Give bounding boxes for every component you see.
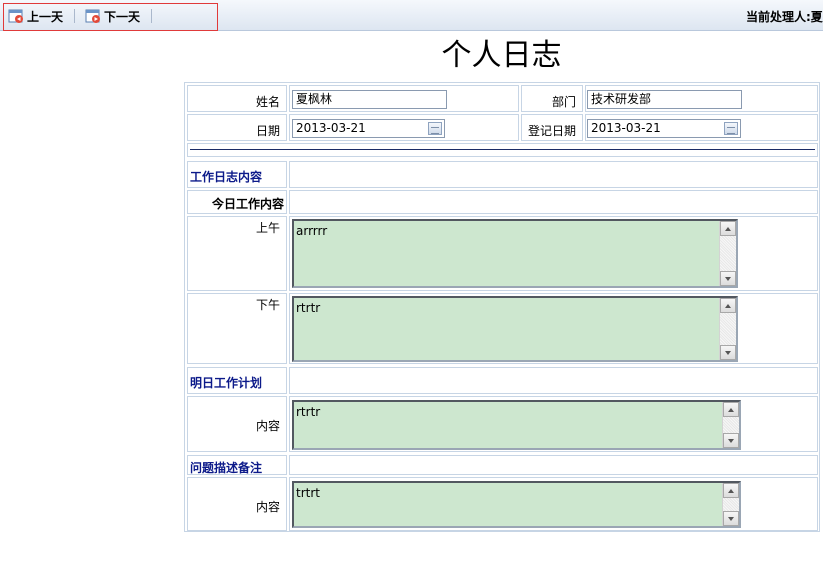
name-label: 姓名 bbox=[255, 95, 280, 109]
calendar-prev-icon bbox=[8, 8, 24, 24]
morning-value-cell: arrrrr bbox=[289, 216, 818, 291]
tomorrow-content-value-cell: rtrtr bbox=[289, 396, 818, 452]
issues-scrollbar[interactable] bbox=[722, 483, 739, 526]
today-work-label: 今日工作内容 bbox=[211, 197, 284, 211]
afternoon-label-cell: 下午 bbox=[187, 293, 287, 364]
scroll-up-arrow-icon[interactable] bbox=[723, 402, 739, 417]
calendar-next-icon bbox=[85, 8, 101, 24]
next-day-button[interactable]: 下一天 bbox=[85, 6, 140, 26]
reg-date-label-cell: 登记日期 bbox=[521, 114, 583, 141]
date-label-cell: 日期 bbox=[187, 114, 287, 141]
afternoon-scrollbar[interactable] bbox=[719, 298, 736, 360]
issues-content-value-cell: trtrt bbox=[289, 477, 818, 531]
date-input[interactable]: 2013-03-21 bbox=[292, 119, 445, 138]
issues-textarea[interactable]: trtrt bbox=[292, 481, 741, 528]
divider-cell bbox=[187, 143, 818, 157]
prev-day-label: 上一天 bbox=[27, 9, 64, 24]
name-label-cell: 姓名 bbox=[187, 85, 287, 112]
dept-input[interactable]: 技术研发部 bbox=[587, 90, 742, 109]
tomorrow-content-label-cell: 内容 bbox=[187, 396, 287, 452]
reg-date-value: 2013-03-21 bbox=[591, 121, 661, 135]
morning-text: arrrrr bbox=[296, 224, 328, 238]
afternoon-textarea[interactable]: rtrtr bbox=[292, 296, 738, 362]
toolbar: 上一天 下一天 当前处理人:夏 bbox=[0, 0, 823, 31]
afternoon-label: 下午 bbox=[255, 298, 280, 312]
scroll-up-arrow-icon[interactable] bbox=[720, 298, 736, 313]
issues-section-title: 问题描述备注 bbox=[190, 461, 263, 475]
issues-section-fill bbox=[289, 455, 818, 475]
name-input[interactable]: 夏枫林 bbox=[292, 90, 447, 109]
morning-label: 上午 bbox=[255, 221, 280, 235]
morning-textarea[interactable]: arrrrr bbox=[292, 219, 738, 288]
reg-date-label: 登记日期 bbox=[527, 124, 576, 138]
afternoon-text: rtrtr bbox=[296, 301, 321, 315]
issues-content-label: 内容 bbox=[255, 500, 280, 514]
scroll-down-arrow-icon[interactable] bbox=[723, 511, 739, 526]
work-log-section-title: 工作日志内容 bbox=[190, 170, 263, 184]
log-form: 姓名 夏枫林 部门 技术研发部 日期 2013-03-21 登记日期 2013-… bbox=[184, 82, 820, 532]
tomorrow-content-label: 内容 bbox=[255, 419, 280, 433]
scroll-down-arrow-icon[interactable] bbox=[720, 271, 736, 286]
tomorrow-section-cell: 明日工作计划 bbox=[187, 367, 287, 394]
scroll-down-arrow-icon[interactable] bbox=[723, 433, 739, 448]
scroll-up-arrow-icon[interactable] bbox=[723, 483, 739, 498]
scroll-down-arrow-icon[interactable] bbox=[720, 345, 736, 360]
today-work-fill bbox=[289, 190, 818, 214]
date-value: 2013-03-21 bbox=[296, 121, 366, 135]
divider-line bbox=[190, 149, 815, 150]
scroll-up-arrow-icon[interactable] bbox=[720, 221, 736, 236]
prev-day-button[interactable]: 上一天 bbox=[8, 6, 63, 26]
name-value-cell: 夏枫林 bbox=[289, 85, 519, 112]
date-picker-icon[interactable] bbox=[428, 122, 442, 135]
date-value-cell: 2013-03-21 bbox=[289, 114, 519, 141]
toolbar-separator bbox=[74, 9, 75, 23]
dept-label-cell: 部门 bbox=[521, 85, 583, 112]
tomorrow-scrollbar[interactable] bbox=[722, 402, 739, 448]
current-handler-label: 当前处理人:夏 bbox=[746, 10, 823, 24]
tomorrow-text: rtrtr bbox=[296, 405, 321, 419]
reg-date-picker-icon[interactable] bbox=[724, 122, 738, 135]
reg-date-value-cell: 2013-03-21 bbox=[585, 114, 818, 141]
morning-scrollbar[interactable] bbox=[719, 221, 736, 286]
next-day-label: 下一天 bbox=[104, 9, 141, 24]
date-label: 日期 bbox=[255, 124, 280, 138]
tomorrow-textarea[interactable]: rtrtr bbox=[292, 400, 741, 450]
afternoon-value-cell: rtrtr bbox=[289, 293, 818, 364]
dept-label: 部门 bbox=[551, 95, 576, 109]
page-title: 个人日志 bbox=[441, 38, 562, 73]
issues-section-cell: 问题描述备注 bbox=[187, 455, 287, 475]
morning-label-cell: 上午 bbox=[187, 216, 287, 291]
reg-date-input[interactable]: 2013-03-21 bbox=[587, 119, 741, 138]
dept-value-cell: 技术研发部 bbox=[585, 85, 818, 112]
today-work-cell: 今日工作内容 bbox=[187, 190, 287, 214]
issues-content-label-cell: 内容 bbox=[187, 477, 287, 531]
issues-text: trtrt bbox=[296, 486, 320, 500]
work-log-section-fill bbox=[289, 161, 818, 188]
toolbar-separator bbox=[151, 9, 152, 23]
tomorrow-section-title: 明日工作计划 bbox=[190, 376, 263, 390]
work-log-section-cell: 工作日志内容 bbox=[187, 161, 287, 188]
tomorrow-section-fill bbox=[289, 367, 818, 394]
